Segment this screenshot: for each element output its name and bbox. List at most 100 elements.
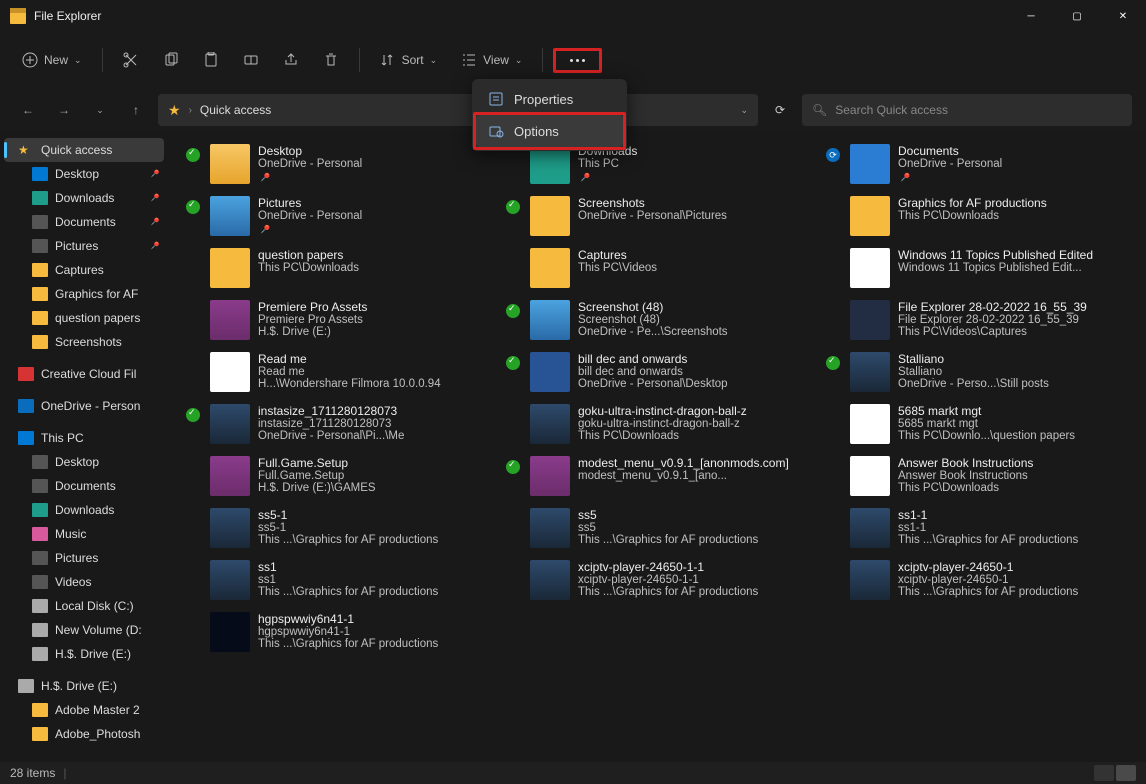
cut-button[interactable] [113,46,149,74]
sidebar-item-captures[interactable]: Captures [0,258,168,282]
close-button[interactable]: ✕ [1100,0,1146,32]
sidebar-item-pictures[interactable]: Pictures📍 [0,234,168,258]
file-sub: xciptv-player-24650-1-1 [578,574,818,586]
sidebar-item-usb1[interactable]: Adobe Master 2 [0,698,168,722]
sync-icon [186,564,200,578]
sidebar-item-screenshots[interactable]: Screenshots [0,330,168,354]
sidebar-item-tpc-videos[interactable]: Videos [0,570,168,594]
view-icon [461,52,477,68]
file-meta: bill dec and onwardsbill dec and onwards… [578,352,818,390]
app-icon [10,8,26,24]
file-thumbnail [530,404,570,444]
minimize-button[interactable]: ─ [1008,0,1054,32]
rename-button[interactable] [233,46,269,74]
file-item[interactable]: ss1-1ss1-1This ...\Graphics for AF produ… [826,508,1138,548]
sidebar-item-quickaccess[interactable]: ★Quick access [4,138,164,162]
file-item[interactable]: bill dec and onwardsbill dec and onwards… [506,352,818,392]
sync-icon [826,356,840,370]
sidebar-item-downloads[interactable]: Downloads📍 [0,186,168,210]
new-button[interactable]: New ⌄ [12,46,92,74]
sidebar-item-usb[interactable]: H.$. Drive (E:) [0,674,168,698]
recent-button[interactable]: ⌄ [86,96,114,124]
more-button[interactable] [560,53,595,68]
tiles-view-button[interactable] [1116,765,1136,781]
folder-icon [32,167,48,181]
file-item[interactable]: Graphics for AF productionsThis PC\Downl… [826,196,1138,236]
breadcrumb-location[interactable]: Quick access [200,103,271,117]
file-item[interactable]: Screenshot (48)Screenshot (48)OneDrive -… [506,300,818,340]
sidebar-item-ccf[interactable]: Creative Cloud Fil [0,362,168,386]
file-item[interactable]: Premiere Pro AssetsPremiere Pro AssetsH.… [186,300,498,340]
sidebar-item-tpc-pictures[interactable]: Pictures [0,546,168,570]
file-meta: modest_menu_v0.9.1_[anonmods.com]modest_… [578,456,818,482]
file-meta: Premiere Pro AssetsPremiere Pro AssetsH.… [258,300,498,338]
sidebar-item-usb2[interactable]: Adobe_Photosh [0,722,168,746]
copy-button[interactable] [153,46,189,74]
file-item[interactable]: PDFAnswer Book InstructionsAnswer Book I… [826,456,1138,496]
up-button[interactable]: ↑ [122,96,150,124]
sidebar-item-desktop[interactable]: Desktop📍 [0,162,168,186]
file-item[interactable]: DesktopOneDrive - Personal📍 [186,144,498,184]
pin-icon: 📍 [258,170,273,184]
file-item[interactable]: PDF5685 markt mgt5685 markt mgtThis PC\D… [826,404,1138,444]
file-thumbnail [210,456,250,496]
file-item[interactable]: question papersThis PC\Downloads [186,248,498,288]
share-button[interactable] [273,46,309,74]
file-item[interactable]: xciptv-player-24650-1xciptv-player-24650… [826,560,1138,600]
file-item[interactable]: instasize_1711280128073instasize_1711280… [186,404,498,444]
file-item[interactable]: goku-ultra-instinct-dragon-ball-zgoku-ul… [506,404,818,444]
sidebar-item-tpc-d[interactable]: New Volume (D: [0,618,168,642]
file-item[interactable]: Full.Game.SetupFull.Game.SetupH.$. Drive… [186,456,498,496]
sidebar-item-tpc-downloads[interactable]: Downloads [0,498,168,522]
file-item[interactable]: modest_menu_v0.9.1_[anonmods.com]modest_… [506,456,818,496]
sort-button[interactable]: Sort ⌄ [370,46,448,74]
sidebar-item-thispc[interactable]: This PC [0,426,168,450]
file-item[interactable]: File Explorer 28-02-2022 16_55_39File Ex… [826,300,1138,340]
delete-button[interactable] [313,46,349,74]
file-item[interactable]: PicturesOneDrive - Personal📍 [186,196,498,236]
file-name: question papers [258,248,498,262]
file-item[interactable]: Windows 11 Topics Published EditedWindow… [826,248,1138,288]
paste-button[interactable] [193,46,229,74]
sidebar-item-documents[interactable]: Documents📍 [0,210,168,234]
sidebar-item-qpapers[interactable]: question papers [0,306,168,330]
sidebar-item-tpc-c[interactable]: Local Disk (C:) [0,594,168,618]
sidebar-item-graphics[interactable]: Graphics for AF [0,282,168,306]
refresh-button[interactable]: ⟳ [766,96,794,124]
file-sub: ss5 [578,522,818,534]
file-item[interactable]: ScreenshotsOneDrive - Personal\Pictures [506,196,818,236]
window-title: File Explorer [34,9,101,23]
forward-button[interactable]: → [50,96,78,124]
sidebar-item-onedrive[interactable]: OneDrive - Person [0,394,168,418]
file-item[interactable]: CapturesThis PC\Videos [506,248,818,288]
file-item[interactable]: ss5-1ss5-1This ...\Graphics for AF produ… [186,508,498,548]
file-item[interactable]: xciptv-player-24650-1-1xciptv-player-246… [506,560,818,600]
file-item[interactable]: ss1ss1This ...\Graphics for AF productio… [186,560,498,600]
file-item[interactable]: ⟳DocumentsOneDrive - Personal📍 [826,144,1138,184]
file-item[interactable]: ss5ss5This ...\Graphics for AF productio… [506,508,818,548]
properties-menuitem[interactable]: Properties [476,83,623,115]
address-bar[interactable]: ★ › Quick access ⌄ [158,94,758,126]
view-button[interactable]: View ⌄ [451,46,532,74]
file-sub2: OneDrive - Personal\Pi...\Me [258,430,498,442]
properties-label: Properties [514,92,573,107]
back-button[interactable]: ← [14,96,42,124]
sync-icon [506,512,520,526]
sidebar-item-tpc-desktop[interactable]: Desktop [0,450,168,474]
sidebar-item-tpc-documents[interactable]: Documents [0,474,168,498]
file-name: modest_menu_v0.9.1_[anonmods.com] [578,456,818,470]
options-menuitem[interactable]: Options [476,115,623,147]
file-sub: Stalliano [898,366,1138,378]
file-name: Pictures [258,196,498,210]
file-item[interactable]: hgpspwwiy6n41-1hgpspwwiy6n41-1This ...\G… [186,612,498,652]
sidebar-item-tpc-e[interactable]: H.$. Drive (E:) [0,642,168,666]
sidebar-item-tpc-music[interactable]: Music [0,522,168,546]
details-view-button[interactable] [1094,765,1114,781]
maximize-button[interactable]: ▢ [1054,0,1100,32]
file-sub: ss1-1 [898,522,1138,534]
file-item[interactable]: Read meRead meH...\Wondershare Filmora 1… [186,352,498,392]
sync-icon [506,200,520,214]
search-box[interactable]: 🔍︎ Search Quick access [802,94,1132,126]
file-item[interactable]: StallianoStallianoOneDrive - Perso...\St… [826,352,1138,392]
chevron-down-icon[interactable]: ⌄ [740,105,748,116]
